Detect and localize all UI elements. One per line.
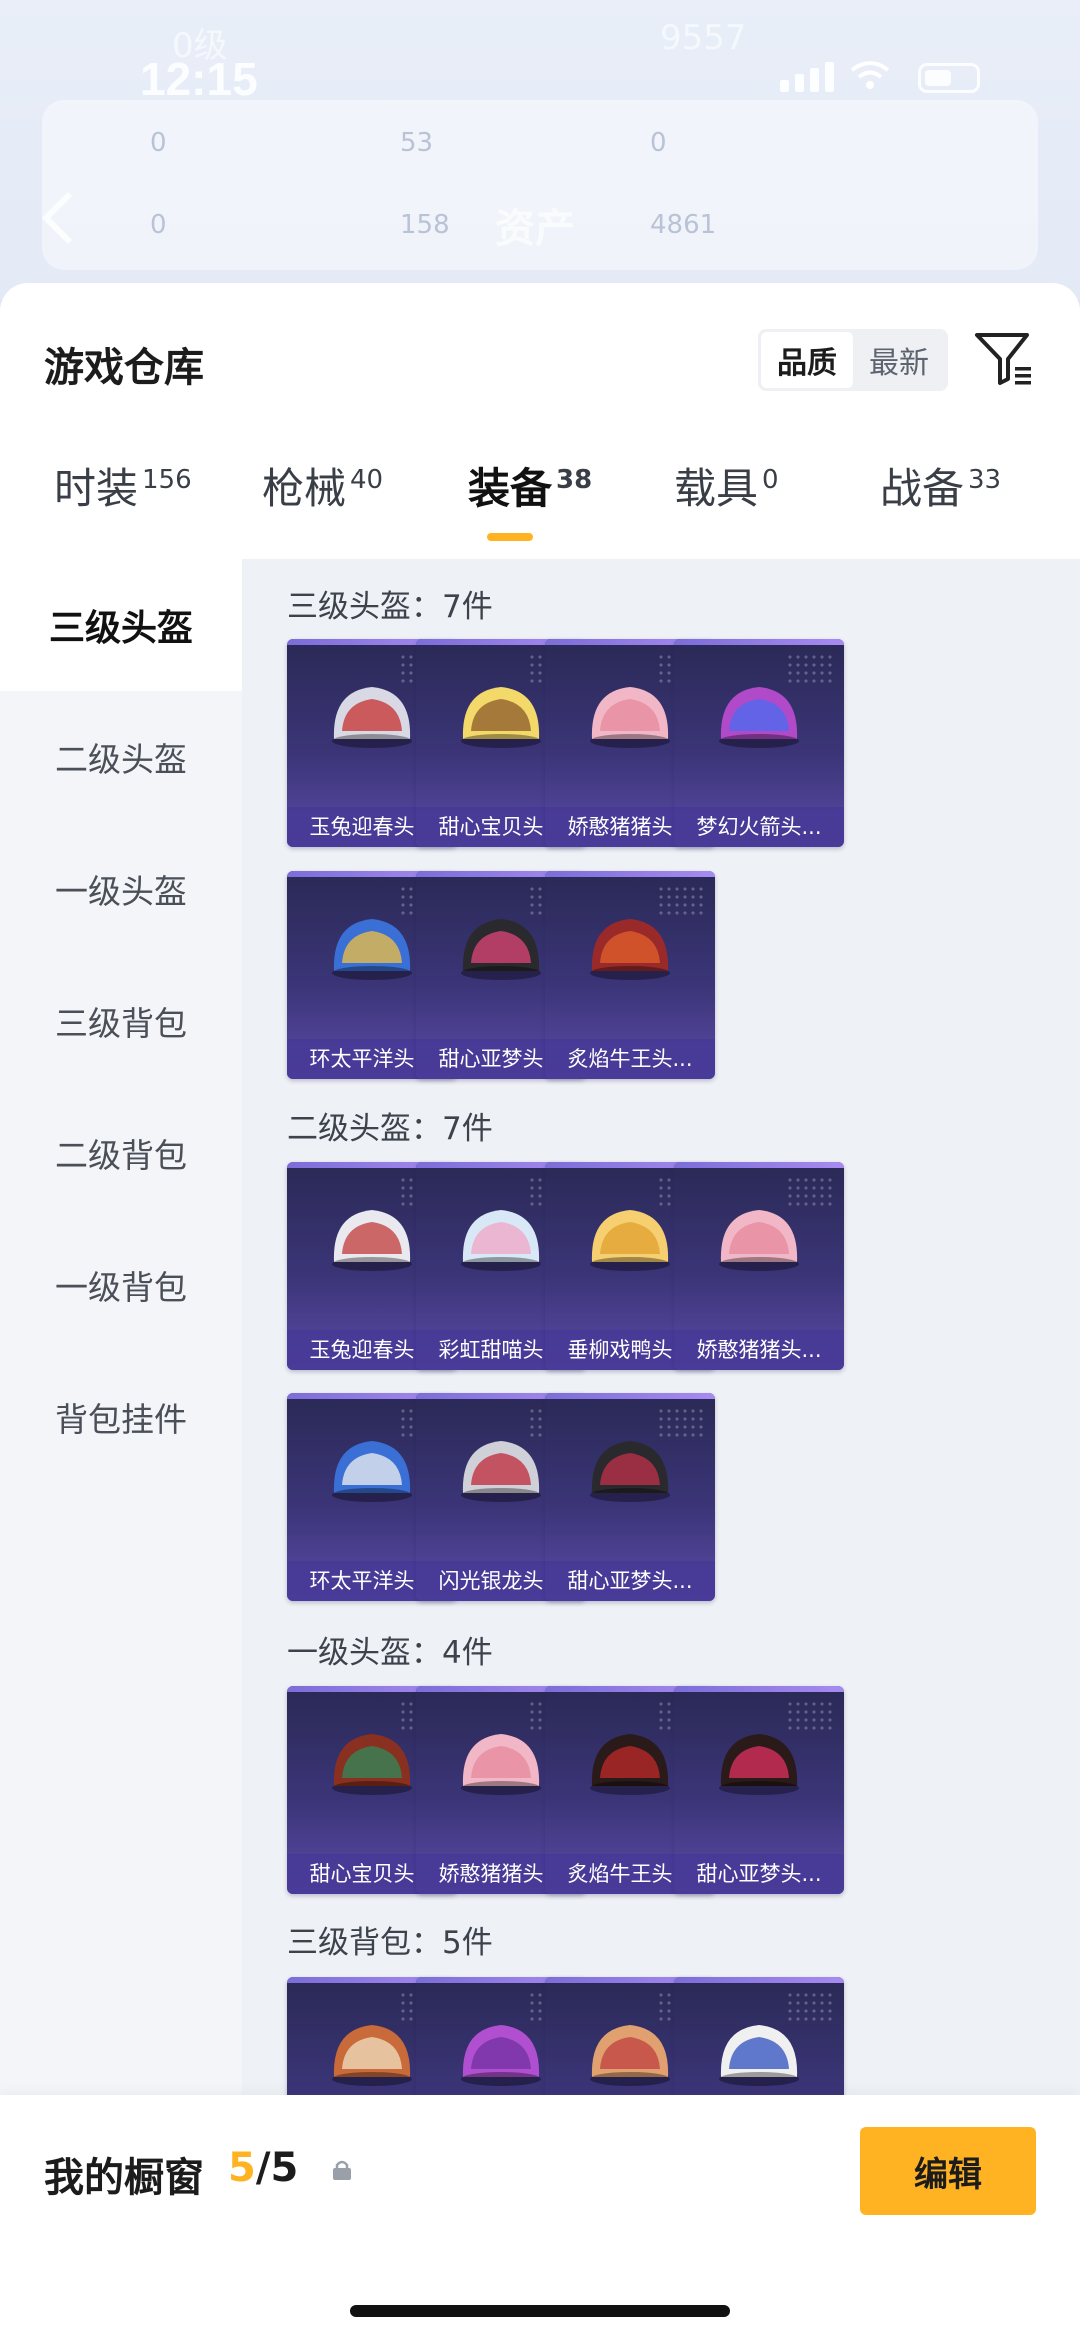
subcategory-sidebar: 三级头盔 二级头盔 一级头盔 三级背包 二级背包 一级背包 背包挂件 [0, 559, 242, 2341]
sort-option-newest[interactable]: 最新 [853, 332, 945, 388]
item-card[interactable]: 甜心亚梦头... [545, 1393, 715, 1601]
bg-stat: 53 [400, 128, 434, 158]
item-thumbnail [332, 687, 412, 748]
section-title: 三级背包：5件 [287, 1925, 493, 1961]
item-grid: 三级头盔：7件 二级头盔：7件 一级头盔：4件 三级背包：5件 玉兔迎春头...… [242, 559, 1080, 2341]
item-thumbnail [461, 687, 541, 748]
item-card[interactable]: 甜心亚梦头... [674, 1686, 844, 1894]
tab-fashion[interactable]: 时装 156 [54, 455, 192, 555]
category-tabs: 时装 156 枪械 40 装备 38 载具 0 战备 33 [0, 455, 1080, 555]
item-name: 炙焰牛王头... [545, 1039, 715, 1079]
sheet-header: 游戏仓库 品质 最新 [0, 283, 1080, 433]
item-thumbnail [332, 1210, 412, 1271]
bg-stat: 4861 [650, 210, 717, 240]
section-title: 三级头盔：7件 [287, 589, 493, 625]
background-title: 资产 [495, 206, 575, 252]
active-tab-indicator [487, 533, 533, 541]
page-title: 游戏仓库 [44, 345, 204, 391]
item-name: 梦幻火箭头... [674, 807, 844, 847]
back-icon[interactable] [40, 190, 76, 246]
sidebar-item-level3-helmet[interactable]: 三级头盔 [0, 559, 242, 691]
item-thumbnail [719, 1734, 799, 1795]
sort-option-quality[interactable]: 品质 [761, 332, 853, 388]
bg-stat: 0 [150, 128, 167, 158]
background-page: 0级 9557 12:15 0 53 0 0 158 4861 资产 [0, 0, 1080, 300]
item-thumbnail [590, 1441, 670, 1502]
sidebar-item-level2-backpack[interactable]: 二级背包 [0, 1087, 242, 1219]
status-bar: 0级 9557 12:15 [0, 0, 1080, 110]
item-card[interactable]: 炙焰牛王头... [545, 871, 715, 1079]
home-indicator [350, 2305, 730, 2317]
faded-score-text: 9557 [660, 18, 747, 58]
lock-icon [333, 2160, 351, 2180]
bg-stat: 0 [150, 210, 167, 240]
sidebar-item-level2-helmet[interactable]: 二级头盔 [0, 691, 242, 823]
item-thumbnail [590, 1734, 670, 1795]
sidebar-item-level3-backpack[interactable]: 三级背包 [0, 955, 242, 1087]
edit-button[interactable]: 编辑 [860, 2127, 1036, 2215]
item-thumbnail [461, 1734, 541, 1795]
item-thumbnail [461, 1441, 541, 1502]
sort-toggle: 品质 最新 [758, 329, 948, 391]
wifi-icon [850, 61, 890, 89]
item-name: 甜心亚梦头... [545, 1561, 715, 1601]
sidebar-item-level1-backpack[interactable]: 一级背包 [0, 1219, 242, 1351]
item-thumbnail [590, 687, 670, 748]
status-time: 12:15 [140, 53, 258, 105]
warehouse-sheet: 游戏仓库 品质 最新 时装 156 枪械 40 装备 38 载具 0 战备 33 三级头盔… [0, 283, 1080, 2341]
section-title: 二级头盔：7件 [287, 1111, 493, 1147]
tab-firearms[interactable]: 枪械 40 [262, 455, 383, 555]
showcase-count: 5/5 [228, 2145, 299, 2191]
sidebar-item-backpack-charm[interactable]: 背包挂件 [0, 1351, 242, 1483]
sidebar-item-level1-helmet[interactable]: 一级头盔 [0, 823, 242, 955]
item-thumbnail [461, 919, 541, 980]
item-thumbnail [332, 1734, 412, 1795]
section-title: 一级头盔：4件 [287, 1635, 493, 1671]
filter-icon[interactable] [973, 327, 1035, 389]
battery-icon [918, 63, 980, 93]
showcase-bar: 我的橱窗 5/5 编辑 [0, 2095, 1080, 2341]
showcase-title: 我的橱窗 [44, 2155, 204, 2201]
bg-stat: 158 [400, 210, 450, 240]
item-thumbnail [332, 1441, 412, 1502]
tab-supplies[interactable]: 战备 33 [880, 455, 1001, 555]
tab-vehicles[interactable]: 载具 0 [674, 455, 779, 555]
item-thumbnail [719, 687, 799, 748]
item-card[interactable]: 娇憨猪猪头... [674, 1162, 844, 1370]
item-thumbnail [590, 919, 670, 980]
item-name: 娇憨猪猪头... [674, 1330, 844, 1370]
item-card[interactable]: 梦幻火箭头... [674, 639, 844, 847]
item-thumbnail [461, 1210, 541, 1271]
signal-icon [780, 62, 834, 92]
item-thumbnail [590, 1210, 670, 1271]
item-thumbnail [332, 919, 412, 980]
item-thumbnail [719, 1210, 799, 1271]
item-name: 甜心亚梦头... [674, 1854, 844, 1894]
bg-stat: 0 [650, 128, 667, 158]
